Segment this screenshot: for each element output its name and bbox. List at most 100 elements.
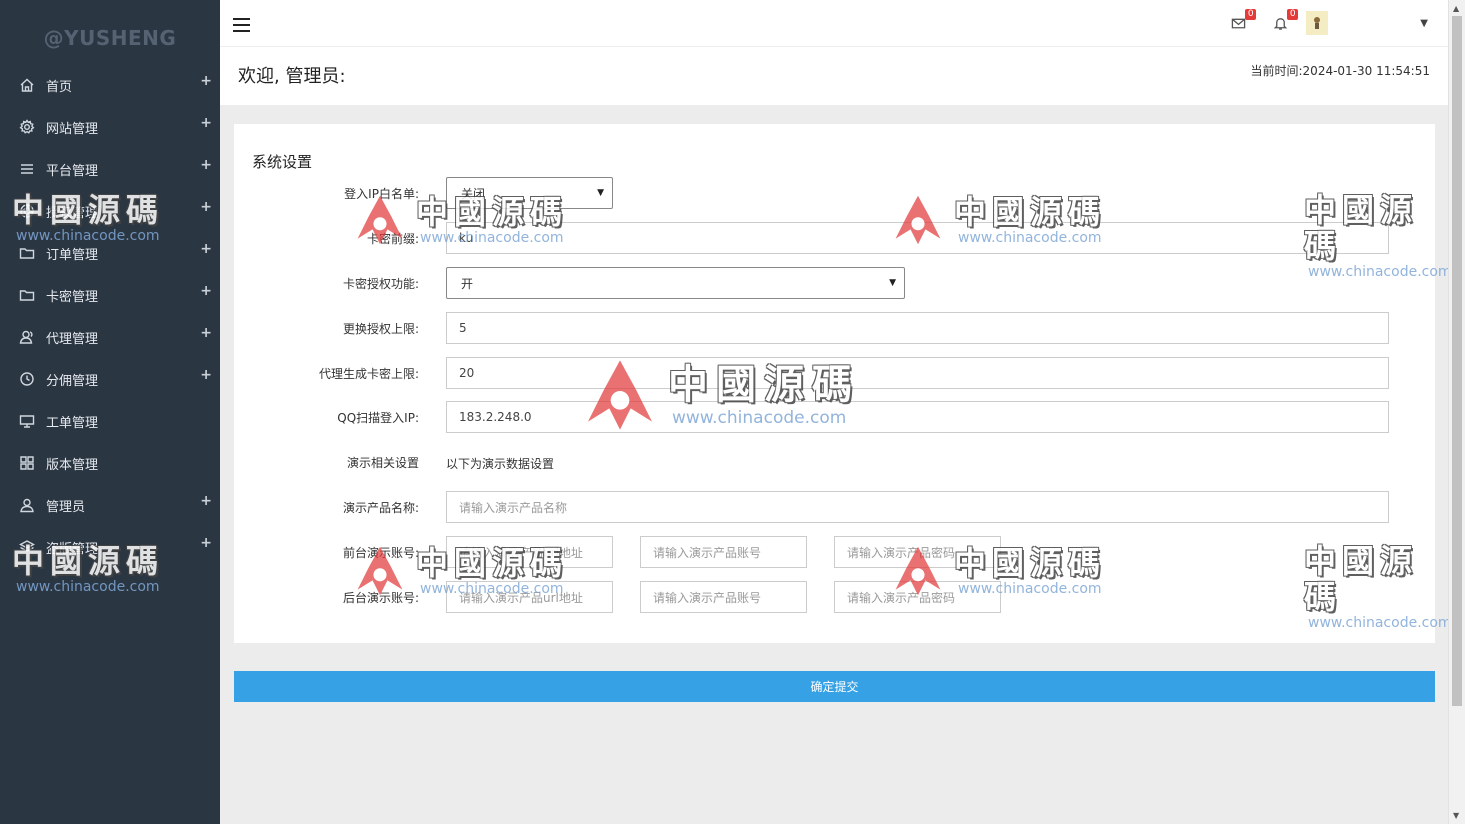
expand-icon[interactable]: + — [200, 115, 212, 131]
qq-ip-input[interactable]: 183.2.248.0 — [446, 401, 1389, 433]
folder-icon — [18, 244, 36, 262]
sidebar-item-cards[interactable]: 卡密管理 + — [0, 274, 220, 316]
grid-icon — [18, 454, 36, 472]
layers-icon — [18, 538, 36, 556]
sidebar-item-label: 管理员 — [46, 499, 86, 515]
card-prefix-input[interactable]: ku — [446, 222, 1389, 254]
top-icons: 0 0 ▼ — [1208, 9, 1428, 36]
sidebar-item-website[interactable]: 网站管理 + — [0, 106, 220, 148]
sidebar-item-admins[interactable]: 管理员 + — [0, 484, 220, 526]
form-row-back-demo: 后台演示账号: 请输入演示产品url地址 请输入演示产品账号 请输入演示产品密码 — [234, 581, 1435, 613]
avatar[interactable] — [1306, 11, 1329, 35]
sidebar-item-label: 版本管理 — [46, 457, 99, 473]
sidebar-item-label: 工单管理 — [46, 415, 99, 431]
sidebar-item-commission[interactable]: 分佣管理 + — [0, 358, 220, 400]
form-row-demo-name: 演示产品名称: 请输入演示产品名称 — [234, 491, 1435, 523]
home-icon — [18, 76, 36, 94]
back-demo-url-input[interactable]: 请输入演示产品url地址 — [446, 581, 613, 613]
sidebar-item-versions[interactable]: 版本管理 — [0, 442, 220, 484]
form-row-agent-limit: 代理生成卡密上限: 20 — [234, 357, 1435, 389]
expand-icon[interactable]: + — [200, 199, 212, 215]
expand-icon[interactable]: + — [200, 283, 212, 299]
demo-name-input[interactable]: 请输入演示产品名称 — [446, 491, 1389, 523]
sidebar-item-label: 订单管理 — [46, 247, 99, 263]
sidebar-item-piracy[interactable]: 盗版管理 + — [0, 526, 220, 568]
aperture-icon — [18, 202, 36, 220]
welcome-title: 欢迎, 管理员: — [238, 66, 346, 87]
user-group-icon — [18, 328, 36, 346]
field-label: 登入IP白名单: — [344, 186, 419, 201]
sidebar-item-platform[interactable]: 平台管理 + — [0, 148, 220, 190]
sidebar-item-authorization[interactable]: 授权管理 + — [0, 190, 220, 232]
front-demo-account-input[interactable]: 请输入演示产品账号 — [640, 536, 807, 568]
form-row-front-demo: 前台演示账号: 请输入演示产品url地址 请输入演示产品账号 请输入演示产品密码 — [234, 536, 1435, 568]
back-demo-password-input[interactable]: 请输入演示产品密码 — [834, 581, 1001, 613]
sidebar-item-label: 盗版管理 — [46, 541, 99, 557]
sidebar-item-label: 代理管理 — [46, 331, 99, 347]
field-label: 前台演示账号: — [342, 545, 419, 560]
notification-button[interactable]: 0 — [1268, 9, 1299, 36]
sidebar-item-label: 授权管理 — [46, 205, 99, 221]
change-limit-input[interactable]: 5 — [446, 312, 1389, 344]
expand-icon[interactable]: + — [200, 367, 212, 383]
form-row-ip-whitelist: 登入IP白名单: 关闭 ▼ — [234, 177, 1435, 209]
field-label: QQ扫描登入IP: — [337, 410, 419, 425]
settings-panel: 系统设置 登入IP白名单: 关闭 ▼ 卡密前缀: ku 卡密授权功能: 开 ▼ … — [234, 124, 1435, 643]
expand-icon[interactable]: + — [200, 157, 212, 173]
sidebar: @YUSHENG 首页 + 网站管理 + 平台管理 + 授权管理 + 订单管理 … — [0, 0, 220, 824]
card-auth-select[interactable]: 开 ▼ — [446, 267, 905, 299]
sidebar-item-agents[interactable]: 代理管理 + — [0, 316, 220, 358]
form-row-card-prefix: 卡密前缀: ku — [234, 222, 1435, 254]
form-row-card-auth: 卡密授权功能: 开 ▼ — [234, 267, 1435, 299]
sidebar-item-label: 卡密管理 — [46, 289, 99, 305]
mail-button[interactable]: 0 — [1226, 9, 1257, 36]
form-row-qq-ip: QQ扫描登入IP: 183.2.248.0 — [234, 401, 1435, 433]
demo-settings-note: 以下为演示数据设置 — [446, 457, 555, 471]
field-label: 更换授权上限: — [342, 321, 419, 336]
front-demo-password-input[interactable]: 请输入演示产品密码 — [834, 536, 1001, 568]
sidebar-item-label: 平台管理 — [46, 163, 99, 179]
bell-icon — [1273, 17, 1288, 30]
field-label: 后台演示账号: — [342, 590, 419, 605]
sidebar-item-label: 网站管理 — [46, 121, 99, 137]
clock-icon — [18, 370, 36, 388]
mail-icon — [1231, 18, 1246, 28]
expand-icon[interactable]: + — [200, 73, 212, 89]
menu-toggle-icon[interactable] — [233, 18, 250, 32]
field-label: 演示相关设置 — [346, 455, 419, 470]
form-row-demo-settings: 演示相关设置 以下为演示数据设置 — [234, 446, 1435, 478]
field-label: 代理生成卡密上限: — [318, 366, 419, 381]
mail-badge: 0 — [1245, 9, 1257, 20]
scrollbar-thumb[interactable] — [1452, 16, 1462, 706]
user-icon — [18, 496, 36, 514]
user-dropdown-icon[interactable]: ▼ — [1420, 18, 1428, 29]
sidebar-item-label: 分佣管理 — [46, 373, 99, 389]
sidebar-item-orders[interactable]: 订单管理 + — [0, 232, 220, 274]
submit-button[interactable]: 确定提交 — [234, 671, 1435, 702]
expand-icon[interactable]: + — [200, 325, 212, 341]
agent-limit-input[interactable]: 20 — [446, 357, 1389, 389]
scrollbar[interactable]: ▲ ▼ — [1448, 0, 1465, 824]
field-label: 卡密前缀: — [366, 231, 419, 246]
folder-icon — [18, 286, 36, 304]
sidebar-item-label: 首页 — [46, 79, 73, 95]
top-bar: 0 0 ▼ — [220, 0, 1448, 47]
list-icon — [18, 160, 36, 178]
expand-icon[interactable]: + — [200, 493, 212, 509]
form-row-change-limit: 更换授权上限: 5 — [234, 312, 1435, 344]
back-demo-account-input[interactable]: 请输入演示产品账号 — [640, 581, 807, 613]
sidebar-nav: 首页 + 网站管理 + 平台管理 + 授权管理 + 订单管理 + 卡密管理 + — [0, 64, 220, 568]
select-value: 关闭 — [461, 186, 486, 201]
sidebar-item-home[interactable]: 首页 + — [0, 64, 220, 106]
chevron-down-icon: ▼ — [889, 278, 896, 288]
expand-icon[interactable]: + — [200, 535, 212, 551]
scroll-down-icon[interactable]: ▼ — [1453, 811, 1459, 820]
scroll-up-icon[interactable]: ▲ — [1453, 4, 1459, 13]
sidebar-item-tickets[interactable]: 工单管理 — [0, 400, 220, 442]
welcome-bar: 欢迎, 管理员: 当前时间:2024-01-30 11:54:51 — [220, 47, 1448, 105]
ip-whitelist-select[interactable]: 关闭 ▼ — [446, 177, 613, 209]
expand-icon[interactable]: + — [200, 241, 212, 257]
chevron-down-icon: ▼ — [597, 188, 604, 198]
select-value: 开 — [461, 276, 474, 291]
front-demo-url-input[interactable]: 请输入演示产品url地址 — [446, 536, 613, 568]
